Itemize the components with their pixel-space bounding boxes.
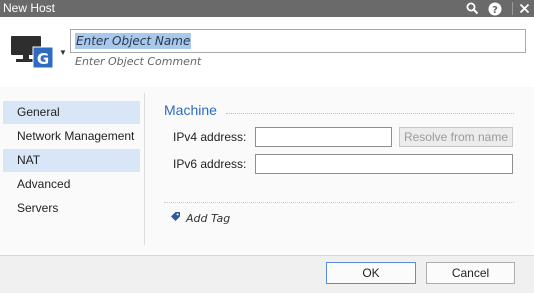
host-monitor-icon[interactable]: G (10, 34, 58, 74)
svg-text:?: ? (492, 5, 498, 16)
sidebar: General Network Management NAT Advanced … (3, 101, 140, 221)
search-icon[interactable] (462, 0, 482, 17)
sidebar-item-general[interactable]: General (3, 101, 140, 124)
section-divider (226, 113, 514, 114)
ok-button[interactable]: OK (326, 262, 416, 284)
object-name-input[interactable]: Enter Object Name (70, 29, 526, 53)
title-separator (512, 2, 513, 15)
chevron-down-icon[interactable]: ▼ (59, 48, 67, 57)
machine-section-title: Machine (164, 102, 217, 118)
ipv4-label: IPv4 address: (173, 130, 247, 144)
window-title: New Host (3, 1, 56, 15)
sidebar-item-network-management[interactable]: Network Management (3, 125, 140, 148)
close-icon[interactable] (514, 0, 534, 17)
ipv4-address-input[interactable] (255, 127, 392, 147)
ipv6-address-input[interactable] (255, 154, 513, 174)
add-tag-label: Add Tag (186, 211, 231, 225)
sidebar-item-advanced[interactable]: Advanced (3, 173, 140, 196)
object-name-placeholder: Enter Object Name (75, 33, 192, 49)
sidebar-item-servers[interactable]: Servers (3, 197, 140, 220)
tag-icon (170, 211, 181, 225)
title-bar: New Host ? (0, 0, 534, 17)
help-icon[interactable]: ? (485, 0, 505, 17)
sidebar-divider (144, 93, 145, 245)
resolve-from-name-button[interactable]: Resolve from name (399, 127, 513, 147)
ipv6-label: IPv6 address: (173, 157, 247, 171)
add-tag-link[interactable]: Add Tag (170, 211, 230, 225)
svg-text:G: G (37, 50, 49, 68)
sidebar-item-nat[interactable]: NAT (3, 149, 140, 172)
cancel-button[interactable]: Cancel (426, 262, 515, 284)
tag-divider (164, 202, 514, 203)
object-comment-input[interactable]: Enter Object Comment (75, 55, 201, 68)
